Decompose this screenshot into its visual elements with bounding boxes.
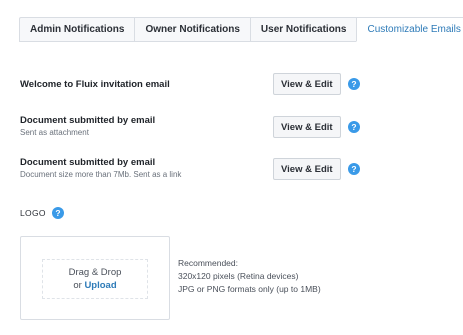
logo-upload-box[interactable]: Drag & Drop or Upload [20,236,170,320]
tab-admin-notifications[interactable]: Admin Notifications [19,17,135,42]
logo-recommendations: Recommended: 320x120 pixels (Retina devi… [178,257,321,296]
logo-label: LOGO [20,208,46,218]
tab-owner-notifications[interactable]: Owner Notifications [134,17,250,42]
view-edit-button-link[interactable]: View & Edit [273,158,341,180]
tab-customizable-emails[interactable]: Customizable Emails [356,17,463,42]
email-row-submitted-link: Document submitted by email Document siz… [20,157,450,179]
drop-zone[interactable]: Drag & Drop or Upload [42,259,148,299]
recommend-size: 320x120 pixels (Retina devices) [178,271,299,281]
tab-user-notifications[interactable]: User Notifications [249,17,357,42]
email-row-subtitle: Sent as attachment [20,128,89,137]
or-text: or [73,280,85,291]
email-row-welcome: Welcome to Fluix invitation email [20,79,450,90]
help-icon[interactable]: ? [348,121,360,133]
help-icon[interactable]: ? [348,78,360,90]
view-edit-button-welcome[interactable]: View & Edit [273,73,341,95]
upload-link[interactable]: Upload [84,280,116,291]
recommend-title: Recommended: [178,258,239,268]
email-row-title: Document submitted by email [20,157,156,168]
help-icon[interactable]: ? [52,207,64,219]
email-row-submitted-attachment: Document submitted by email Sent as atta… [20,115,450,137]
customizable-emails-panel: Admin Notifications Owner Notifications … [0,0,463,335]
drag-drop-text: Drag & Drop [68,267,122,278]
recommend-format: JPG or PNG formats only (up to 1MB) [178,284,321,294]
email-row-subtitle: Document size more than 7Mb. Sent as a l… [20,170,182,179]
view-edit-button-attachment[interactable]: View & Edit [273,116,341,138]
email-row-title: Document submitted by email [20,115,156,126]
email-row-title: Welcome to Fluix invitation email [20,79,170,90]
notification-tabs: Admin Notifications Owner Notifications … [19,17,463,42]
upload-line: or Upload [73,279,116,292]
help-icon[interactable]: ? [348,163,360,175]
